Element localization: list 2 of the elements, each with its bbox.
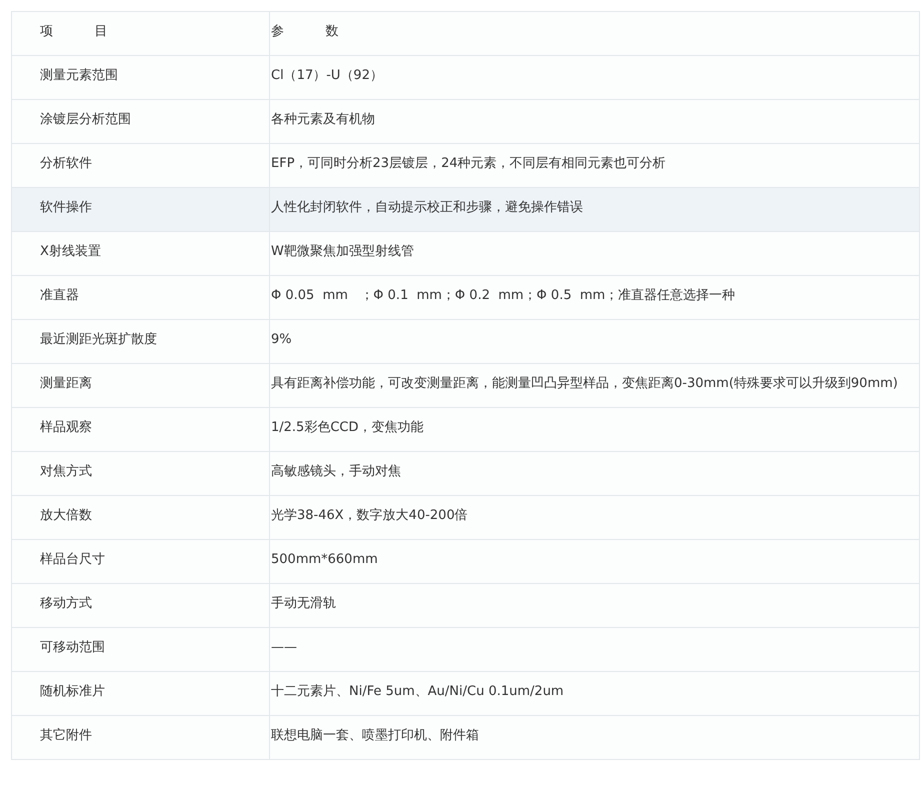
table-cell: 其它附件: [12, 716, 270, 760]
table-cell: 联想电脑一套、喷墨打印机、附件箱: [270, 716, 920, 760]
